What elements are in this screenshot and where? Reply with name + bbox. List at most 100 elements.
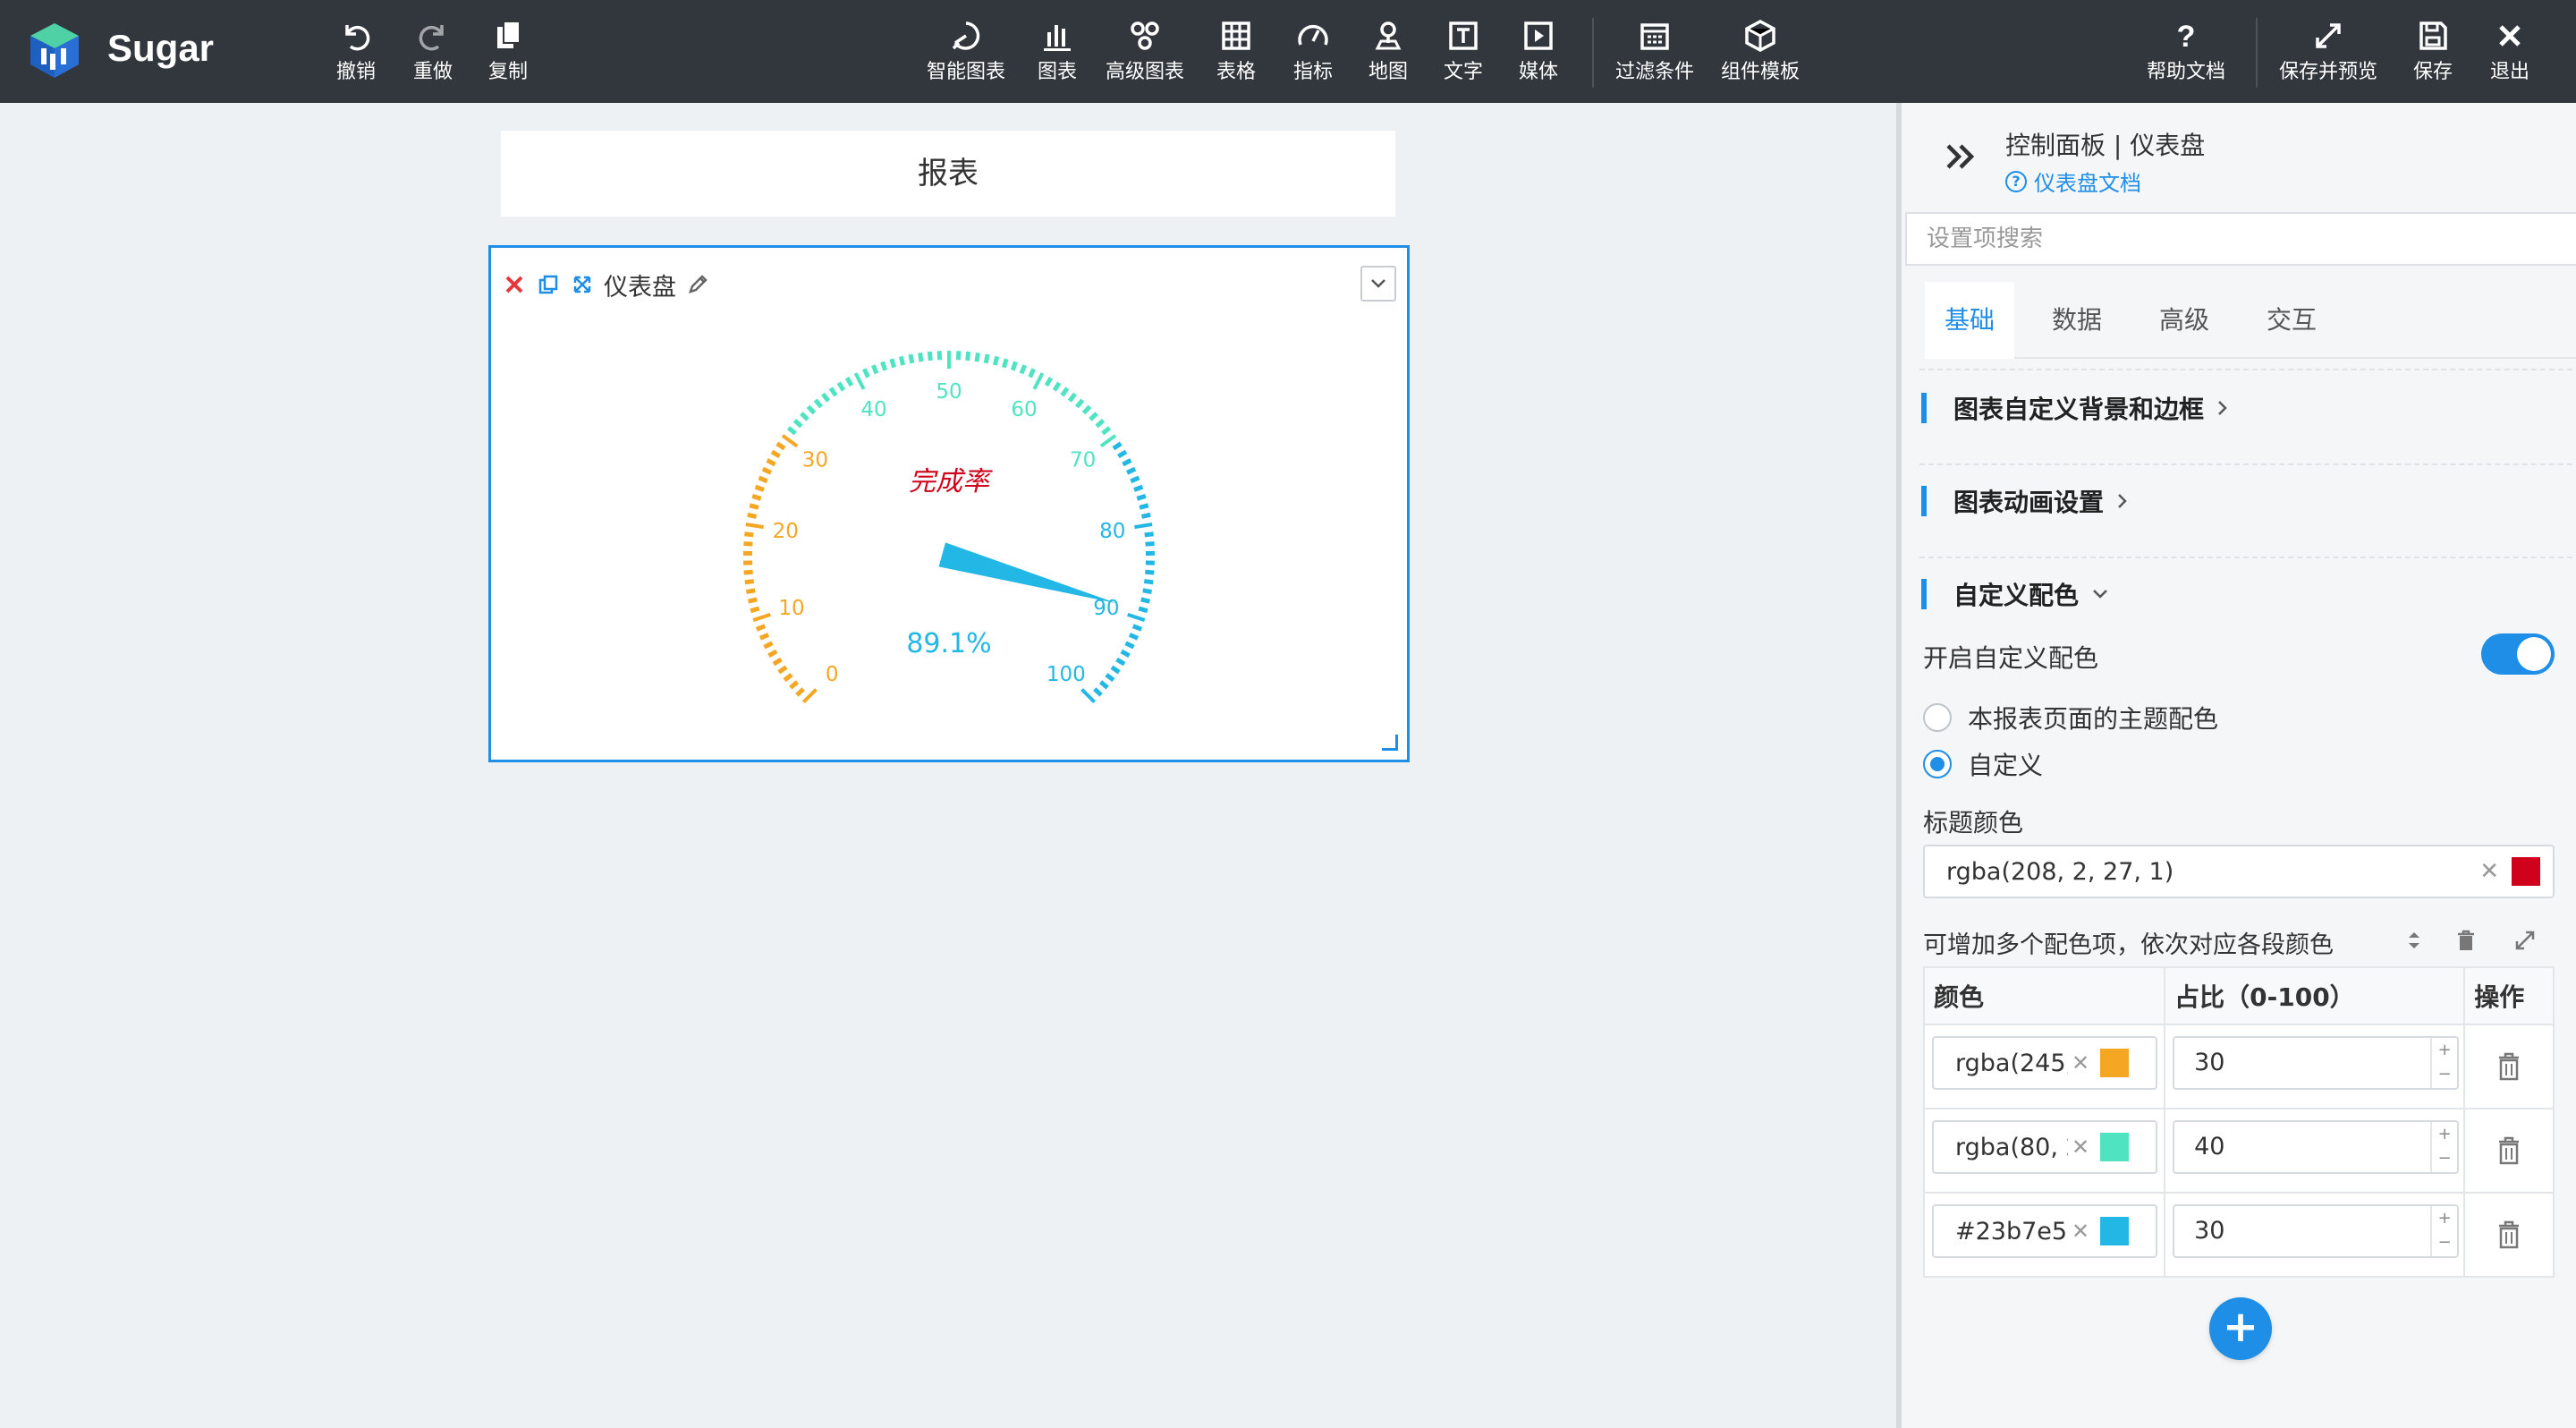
gauge-doc-link[interactable]: ? 仪表盘文档 <box>2005 166 2141 197</box>
tab-advanced[interactable]: 高级 <box>2140 282 2229 359</box>
tab-data[interactable]: 数据 <box>2032 282 2122 359</box>
section-custom-color[interactable]: 自定义配色 <box>1921 576 2109 612</box>
trash-icon[interactable] <box>2496 1051 2521 1082</box>
gauge-minor-tick <box>828 387 838 397</box>
map-button[interactable]: 地图 <box>1368 16 1408 82</box>
exit-button[interactable]: 退出 <box>2490 16 2529 82</box>
clear-icon[interactable]: ✕ <box>2479 858 2499 885</box>
gauge-minor-tick <box>1124 641 1135 650</box>
gauge-minor-tick <box>880 361 888 371</box>
ratio-cell: 40 + − <box>2164 1108 2466 1194</box>
expand-table-icon[interactable] <box>2510 925 2540 956</box>
gauge-widget[interactable]: 仪表盘 0 10 20 30 40 50 60 70 80 90 100 完成率 89.1% <box>488 245 1410 762</box>
redo-button[interactable]: 重做 <box>413 16 453 82</box>
gauge-major-tick <box>745 523 764 530</box>
help-button[interactable]: ? 帮助文档 <box>2147 16 2225 82</box>
gauge-pointer <box>938 542 1117 604</box>
filter-button[interactable]: 过滤条件 <box>1615 16 1694 82</box>
undo-button[interactable]: 撤销 <box>336 16 376 82</box>
radio-theme-indicator <box>1923 703 1952 732</box>
enable-custom-color-toggle[interactable] <box>2481 633 2555 675</box>
metric-button[interactable]: 指标 <box>1293 16 1333 82</box>
number-stepper[interactable]: + − <box>2430 1122 2457 1172</box>
segment-ratio-input[interactable]: 40 + − <box>2173 1120 2460 1174</box>
title-color-swatch[interactable] <box>2512 857 2540 886</box>
segment-ratio-input[interactable]: 30 + − <box>2173 1204 2460 1258</box>
gauge-minor-tick <box>844 376 854 387</box>
filter-label: 过滤条件 <box>1615 61 1695 83</box>
number-stepper[interactable]: + − <box>2430 1038 2457 1088</box>
gauge-minor-tick <box>1145 569 1155 575</box>
clear-icon[interactable]: ✕ <box>2072 1050 2089 1075</box>
segment-color-input[interactable]: rgba(245, ✕ <box>1932 1036 2157 1090</box>
smart-chart-label: 智能图表 <box>927 61 1006 83</box>
media-button[interactable]: 媒体 <box>1519 16 1558 82</box>
segment-color-input[interactable]: rgba(80, 2 ✕ <box>1932 1120 2157 1174</box>
gauge-major-tick <box>1127 612 1146 622</box>
add-color-item-button[interactable]: + <box>2209 1297 2272 1360</box>
sort-icon[interactable] <box>2399 925 2429 956</box>
number-stepper[interactable]: + − <box>2430 1206 2457 1256</box>
table-button[interactable]: 表格 <box>1216 16 1256 82</box>
segment-color-swatch[interactable] <box>2100 1217 2130 1245</box>
table-label: 表格 <box>1216 61 1257 83</box>
copy-icon <box>488 16 528 55</box>
gauge-minor-tick <box>1128 633 1140 641</box>
gauge-minor-tick <box>795 687 805 697</box>
gauge-minor-tick <box>1010 361 1018 371</box>
chart-button[interactable]: 图表 <box>1038 16 1077 82</box>
template-button[interactable]: 组件模板 <box>1721 16 1800 82</box>
gauge-minor-tick <box>750 606 760 614</box>
trash-icon[interactable] <box>2496 1220 2521 1250</box>
gauge-minor-tick <box>927 351 933 361</box>
map-label: 地图 <box>1368 61 1409 83</box>
tab-basic[interactable]: 基础 <box>1925 282 2014 359</box>
text-icon <box>1444 16 1483 55</box>
section-animation[interactable]: 图表动画设置 <box>1921 483 2129 519</box>
redo-label: 重做 <box>413 61 453 83</box>
gauge-minor-tick <box>1131 624 1143 632</box>
gauge-value: 89.1% <box>906 628 991 659</box>
gauge-minor-tick <box>1120 649 1131 658</box>
save-button[interactable]: 保存 <box>2413 16 2453 82</box>
tab-interaction[interactable]: 交互 <box>2247 282 2336 359</box>
settings-search-input[interactable]: 设置项搜索 <box>1905 212 2576 266</box>
header-color: 颜色 <box>1922 966 2166 1025</box>
gauge-minor-tick <box>770 449 781 459</box>
segment-ratio-input[interactable]: 30 + − <box>2173 1036 2460 1090</box>
advanced-chart-button[interactable]: 高级图表 <box>1106 16 1184 82</box>
title-color-input[interactable]: rgba(208, 2, 27, 1) ✕ <box>1923 845 2555 898</box>
collapse-panel-icon[interactable] <box>1941 137 1980 176</box>
segment-ratio-value: 40 <box>2194 1133 2225 1160</box>
section-bg-border[interactable]: 图表自定义背景和边框 <box>1921 390 2229 426</box>
segment-color-swatch[interactable] <box>2100 1133 2130 1161</box>
delete-all-icon[interactable] <box>2451 925 2481 956</box>
gauge-minor-tick <box>1098 680 1109 690</box>
resize-handle[interactable] <box>1382 735 1398 751</box>
table-row: rgba(80, 2 ✕ 40 +− <box>1922 1108 2555 1194</box>
gauge-minor-tick <box>983 353 990 364</box>
clear-icon[interactable]: ✕ <box>2072 1219 2089 1244</box>
radio-custom-color[interactable]: 自定义 <box>1923 746 2043 782</box>
action-cell <box>2463 1108 2555 1194</box>
copy-button[interactable]: 复制 <box>488 16 528 82</box>
chevron-right-icon <box>2118 494 2127 508</box>
section-marker <box>1921 393 1927 423</box>
radio-theme-color[interactable]: 本报表页面的主题配色 <box>1923 700 2218 735</box>
gauge-minor-tick <box>1067 392 1077 403</box>
trash-icon[interactable] <box>2496 1135 2521 1166</box>
smart-chart-button[interactable]: 智能图表 <box>927 16 1005 82</box>
gauge-minor-tick <box>758 475 768 484</box>
report-title[interactable]: 报表 <box>501 131 1395 217</box>
segment-color-swatch[interactable] <box>2100 1049 2130 1077</box>
segment-ratio-value: 30 <box>2194 1049 2225 1076</box>
segment-color-input[interactable]: #23b7e5 ✕ <box>1932 1204 2157 1258</box>
gauge-minor-tick <box>1089 412 1098 421</box>
clear-icon[interactable]: ✕ <box>2072 1135 2089 1160</box>
save-preview-button[interactable]: 保存并预览 <box>2279 16 2377 82</box>
gauge-minor-tick <box>754 484 765 492</box>
text-button[interactable]: 文字 <box>1444 16 1483 82</box>
section-animation-title: 图表动画设置 <box>1953 488 2105 517</box>
gauge-major-tick <box>853 372 866 390</box>
gauge-minor-tick <box>783 673 793 683</box>
